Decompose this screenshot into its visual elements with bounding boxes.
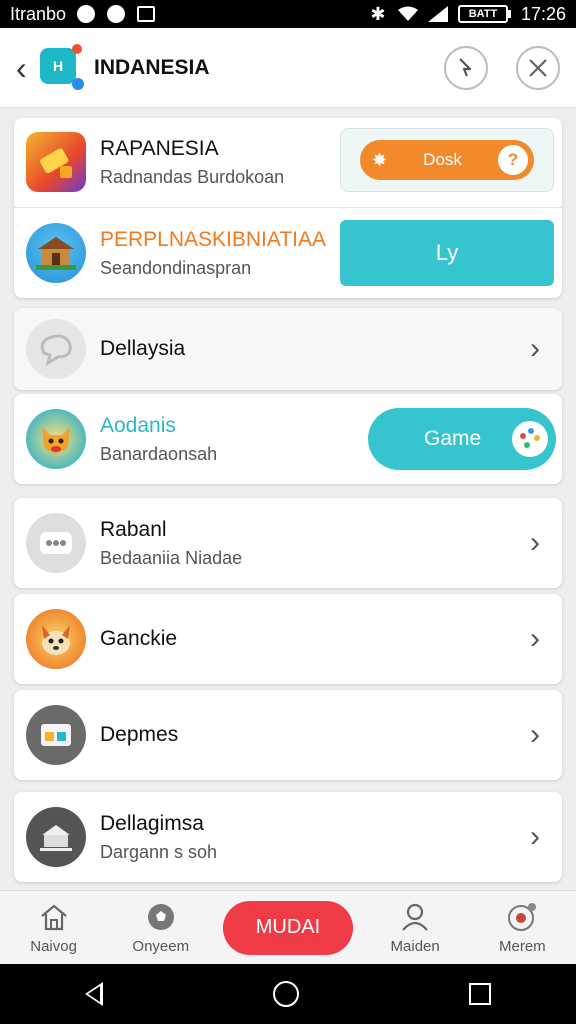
back-icon[interactable] xyxy=(85,982,103,1006)
row-text: Rabanl Bedaaniia Niadae xyxy=(100,518,520,569)
app-logo: H xyxy=(40,43,84,90)
list-item[interactable]: Depmes › xyxy=(14,690,562,780)
nav-label: Onyeem xyxy=(132,938,190,955)
help-icon: ? xyxy=(497,145,528,175)
chevron-right-icon: › xyxy=(530,820,540,853)
notification-icon xyxy=(76,4,96,24)
palette-icon xyxy=(512,421,548,457)
nav-label: Maiden xyxy=(390,938,440,955)
row-title: Ganckie xyxy=(100,627,178,650)
battery-icon: BATT xyxy=(457,5,511,23)
list-card[interactable]: Aodanis Banardaonsah Game xyxy=(14,394,562,484)
dosk-button-label: Dosk xyxy=(423,150,462,169)
search-icon xyxy=(459,57,472,76)
list-card[interactable]: Dellagimsa Dargann s soh › xyxy=(14,792,562,882)
app-notification-icon xyxy=(106,4,126,24)
list-card[interactable]: Depmes › xyxy=(14,690,562,780)
home-button-icon[interactable] xyxy=(273,981,299,1007)
row-subtitle: Bedaaniia Niadae xyxy=(100,547,243,568)
status-bar: Itranbo ✱ BATT 17:26 xyxy=(0,0,576,28)
list-card[interactable]: Ganckie › xyxy=(14,594,562,684)
row-title: Depmes xyxy=(100,723,179,746)
gear-icon: ✸ xyxy=(372,149,388,170)
action-panel: ✸ Dosk ? xyxy=(340,128,554,192)
settings-badge-icon xyxy=(505,900,539,934)
list-item[interactable]: Dellaysia › xyxy=(14,308,562,390)
bottom-nav: Naivog Onyeem MUDAI Maiden Merem xyxy=(0,890,576,964)
app-header: ‹ H INDANESIA xyxy=(0,28,576,108)
fox-mascot-icon xyxy=(26,409,86,469)
nav-label: Naivog xyxy=(30,938,77,955)
dog-mascot-icon xyxy=(26,609,86,669)
clock: 17:26 xyxy=(520,3,566,24)
signal-icon xyxy=(427,4,448,24)
chevron-left-icon[interactable]: ‹ xyxy=(16,52,36,84)
row-subtitle: Dargann s soh xyxy=(100,841,218,862)
ly-button[interactable]: Ly xyxy=(340,220,554,286)
featured-card: RAPANESIA Radnandas Burdokoan ✸ Dosk ? P… xyxy=(14,118,562,298)
soccer-ball-icon xyxy=(144,900,178,934)
game-button-label: Game xyxy=(424,427,482,450)
chevron-right-icon: › xyxy=(530,622,540,655)
bluetooth-icon: ✱ xyxy=(370,3,386,24)
recent-apps-icon[interactable] xyxy=(469,983,491,1005)
dosk-button[interactable]: ✸ Dosk ? xyxy=(360,140,534,180)
card-icon xyxy=(26,705,86,765)
carrier-label: Itranbo xyxy=(10,3,67,24)
list-item[interactable]: Rabanl Bedaaniia Niadae › xyxy=(14,498,562,588)
nav-item-profile[interactable]: Maiden xyxy=(370,900,460,955)
home-icon xyxy=(37,900,71,934)
nav-item-home[interactable]: Naivog xyxy=(9,900,99,955)
search-button[interactable] xyxy=(444,45,488,90)
nav-label: Merem xyxy=(499,938,546,955)
temple-icon xyxy=(26,223,86,283)
page-title: INDANESIA xyxy=(94,55,210,79)
close-button[interactable] xyxy=(516,45,560,90)
list-card[interactable]: Dellaysia › xyxy=(14,308,562,390)
list-item[interactable]: Dellagimsa Dargann s soh › xyxy=(14,792,562,882)
app-icon-rapanesia xyxy=(26,132,86,192)
list-card[interactable]: Rabanl Bedaaniia Niadae › xyxy=(14,498,562,588)
chevron-right-icon: › xyxy=(530,332,540,365)
building-icon xyxy=(26,807,86,867)
chevron-right-icon: › xyxy=(530,526,540,559)
row-title: Dellaysia xyxy=(100,337,186,360)
wifi-icon xyxy=(397,4,418,24)
status-left: Itranbo xyxy=(10,4,156,25)
status-right: ✱ BATT 17:26 xyxy=(368,4,566,25)
row-text: Ganckie xyxy=(100,627,520,651)
nav-item-explore[interactable]: Onyeem xyxy=(116,900,206,955)
system-nav-bar xyxy=(0,964,576,1024)
image-notification-icon xyxy=(136,4,156,24)
mudai-button[interactable]: MUDAI xyxy=(222,900,353,955)
row-title: Rabanl xyxy=(100,517,167,541)
nav-item-menu[interactable]: Merem xyxy=(477,900,567,955)
chat-icon xyxy=(26,319,86,379)
close-icon xyxy=(529,58,547,77)
game-button[interactable]: Game xyxy=(368,408,556,470)
list-item[interactable]: Ganckie › xyxy=(14,594,562,684)
row-title: Dellagimsa xyxy=(100,811,204,835)
row-text: Depmes xyxy=(100,723,520,747)
chevron-right-icon: › xyxy=(530,718,540,751)
person-icon xyxy=(398,900,432,934)
row-text: Dellaysia xyxy=(100,337,520,361)
message-icon xyxy=(26,513,86,573)
row-text: Dellagimsa Dargann s soh xyxy=(100,812,520,863)
